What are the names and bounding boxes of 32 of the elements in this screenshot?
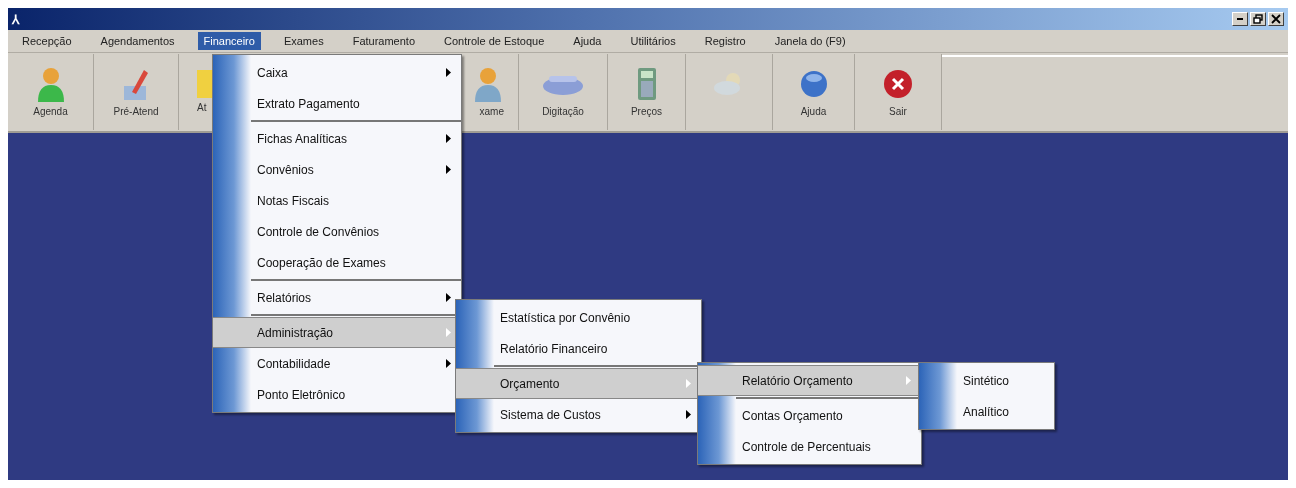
menu-bar-item[interactable]: Agendamentos [94, 32, 181, 50]
menu-bar-item[interactable]: Recepção [16, 32, 78, 50]
menu-item[interactable]: Relatório Orçamento [698, 365, 921, 396]
minimize-button[interactable] [1232, 12, 1248, 26]
menu-gradient-band [919, 363, 957, 429]
menu-item[interactable]: Sistema de Custos [456, 399, 701, 430]
menu-item[interactable]: Caixa [213, 57, 461, 88]
menu-item[interactable]: Extrato Pagamento [213, 88, 461, 119]
restore-icon [1253, 14, 1263, 24]
restore-button[interactable] [1250, 12, 1266, 26]
close-icon [1271, 14, 1281, 24]
menu-bar-item[interactable]: Janela do (F9) [768, 32, 852, 50]
menu-bar-item[interactable]: Utilitários [624, 32, 682, 50]
menu-item[interactable]: Contas Orçamento [698, 400, 921, 431]
menu-bar-item[interactable]: Ajuda [567, 32, 608, 50]
person-icon [472, 66, 504, 102]
menu-bar-item[interactable]: Exames [277, 32, 330, 50]
menu-bar-item[interactable]: Faturamento [346, 32, 422, 50]
menu-bar-item[interactable]: Controle de Estoque [438, 32, 551, 50]
menu-bar-item[interactable]: Registro [698, 32, 752, 50]
menu-item[interactable]: Convênios [213, 154, 461, 185]
menu-item[interactable]: Notas Fiscais [213, 185, 461, 216]
menu-item[interactable]: Cooperação de Exames [213, 247, 461, 278]
minimize-icon [1237, 18, 1243, 20]
menu-bar-item[interactable]: Financeiro [197, 32, 261, 50]
menu-item[interactable]: Analítico [919, 396, 1054, 427]
menu-item[interactable]: Controle de Percentuais [698, 431, 921, 462]
menu-item[interactable]: Fichas Analíticas [213, 123, 461, 154]
menu-item[interactable]: Sintético [919, 365, 1054, 396]
close-button[interactable] [1268, 12, 1284, 26]
app-icon: ⅄ [12, 10, 19, 28]
menu-item[interactable]: Controle de Convênios [213, 216, 461, 247]
